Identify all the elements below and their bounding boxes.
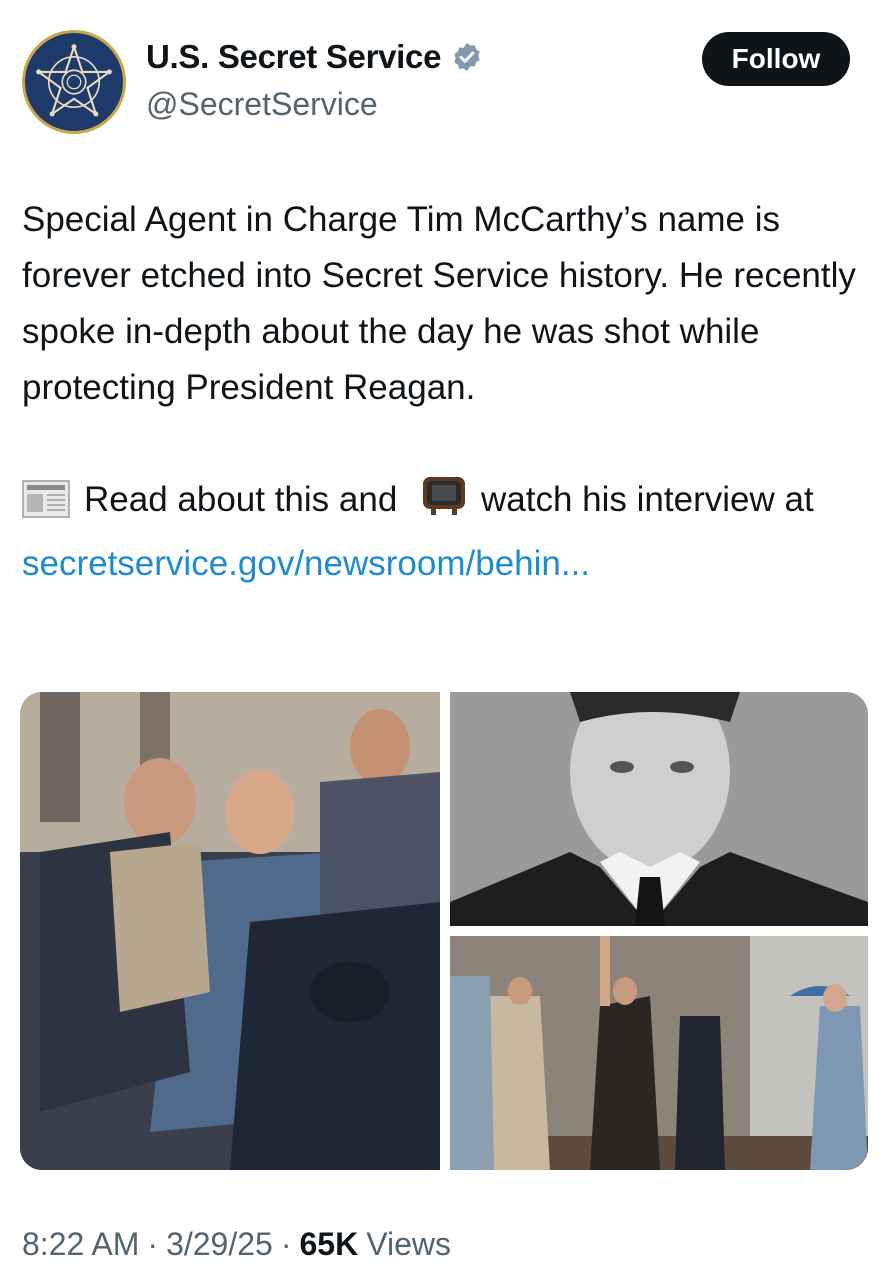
views-label: Views xyxy=(366,1226,451,1262)
tweet-time[interactable]: 8:22 AM xyxy=(22,1226,139,1263)
read-text: Read about this and xyxy=(84,480,398,519)
tweet-text: Special Agent in Charge Tim McCarthy’s n… xyxy=(22,192,872,592)
follow-button[interactable]: Follow xyxy=(702,32,850,86)
account-handle[interactable]: @SecretService xyxy=(146,86,378,123)
meta-separator: · xyxy=(280,1226,292,1262)
tweet-meta: 8:22 AM · 3/29/25 · 65K Views xyxy=(22,1226,451,1263)
photo-reagan-waving-outside-hotel[interactable] xyxy=(450,936,868,1170)
display-name[interactable]: U.S. Secret Service xyxy=(146,38,441,76)
verified-badge-icon xyxy=(454,43,480,71)
tweet-paragraph-2: Read about this and watch his interview … xyxy=(22,472,872,592)
newspaper-icon xyxy=(22,479,70,536)
avatar[interactable] xyxy=(22,30,126,134)
television-icon xyxy=(421,473,467,536)
account-name-row: U.S. Secret Service xyxy=(146,38,483,76)
tweet-date[interactable]: 3/29/25 xyxy=(166,1226,273,1263)
views-count: 65K xyxy=(299,1226,359,1262)
photo-portrait-tim-mccarthy[interactable] xyxy=(450,692,868,926)
secret-service-star-badge-icon xyxy=(35,43,113,117)
watch-text: watch his interview at xyxy=(481,480,814,519)
media-grid xyxy=(20,692,868,1170)
tweet-paragraph-1: Special Agent in Charge Tim McCarthy’s n… xyxy=(22,200,856,407)
meta-separator: · xyxy=(147,1226,159,1262)
newsroom-link[interactable]: secretservice.gov/newsroom/behin... xyxy=(22,544,590,583)
photo-assassination-attempt-crowd[interactable] xyxy=(20,692,440,1170)
